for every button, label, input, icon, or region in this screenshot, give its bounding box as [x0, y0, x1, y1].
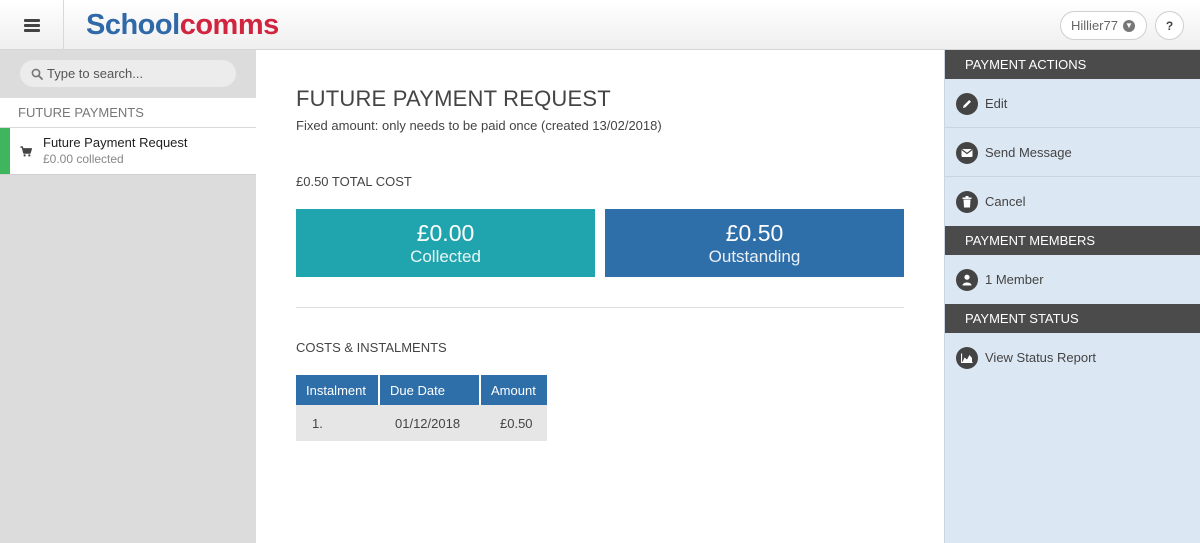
user-icon — [956, 269, 978, 291]
cancel-action[interactable]: Cancel — [945, 177, 1200, 226]
search-icon — [31, 68, 43, 80]
page-title: FUTURE PAYMENT REQUEST — [296, 86, 611, 111]
search-input[interactable] — [47, 66, 227, 81]
outstanding-amount: £0.50 — [725, 220, 784, 246]
sidebar-item-subtitle: £0.00 collected — [43, 152, 124, 166]
menu-toggle-button[interactable] — [0, 0, 64, 50]
cancel-action-label: Cancel — [985, 194, 1026, 209]
collected-amount: £0.00 — [416, 220, 475, 246]
pencil-icon — [956, 93, 978, 115]
sidebar-section-title: FUTURE PAYMENTS — [0, 98, 256, 128]
edit-action-label: Edit — [985, 96, 1008, 111]
send-message-action[interactable]: Send Message — [945, 128, 1200, 177]
collected-label: Collected — [410, 247, 481, 266]
members-action-label: 1 Member — [985, 272, 1044, 287]
column-header-amount: Amount — [480, 375, 547, 405]
trash-icon — [956, 191, 978, 213]
column-header-due-date: Due Date — [379, 375, 481, 405]
schoolcomms-logo[interactable]: Schoolcomms — [86, 8, 279, 42]
search-box[interactable] — [20, 60, 236, 87]
envelope-icon — [956, 142, 978, 164]
sidebar-item-title: Future Payment Request — [43, 135, 188, 150]
column-header-instalment: Instalment — [296, 375, 380, 405]
cart-icon — [20, 146, 32, 157]
payment-status-header: PAYMENT STATUS — [945, 304, 1200, 333]
user-name: Hillier77 — [1071, 18, 1118, 33]
section-divider — [296, 307, 904, 308]
view-status-report-label: View Status Report — [985, 350, 1097, 365]
edit-action[interactable]: Edit — [945, 79, 1200, 128]
user-menu-button[interactable]: Hillier77 ▼ — [1060, 11, 1147, 40]
sidebar-item-future-payment-request[interactable]: Future Payment Request £0.00 collected — [0, 128, 256, 175]
outstanding-tile: £0.50 Outstanding — [605, 209, 904, 277]
instalment-number-cell: 1. — [296, 405, 379, 441]
send-message-action-label: Send Message — [985, 145, 1072, 160]
view-status-report-action[interactable]: View Status Report — [945, 333, 1200, 382]
costs-instalments-title: COSTS & INSTALMENTS — [296, 340, 447, 355]
hamburger-icon — [23, 18, 40, 32]
instalments-table: Instalment Due Date Amount 1. 01/12/2018… — [296, 375, 547, 441]
total-cost-label: £0.50 TOTAL COST — [296, 174, 412, 189]
payment-members-header: PAYMENT MEMBERS — [945, 226, 1200, 255]
right-actions-panel: PAYMENT ACTIONS Edit Send Message Cancel… — [944, 50, 1200, 543]
left-sidebar: FUTURE PAYMENTS Future Payment Request £… — [0, 50, 256, 543]
table-row: 1. 01/12/2018 £0.50 — [296, 405, 547, 441]
amount-cell: £0.50 — [480, 405, 547, 441]
chevron-down-icon: ▼ — [1122, 19, 1135, 32]
top-header: Schoolcomms Hillier77 ▼ ? — [0, 0, 1200, 50]
payment-actions-header: PAYMENT ACTIONS — [945, 50, 1200, 79]
collected-tile: £0.00 Collected — [296, 209, 595, 277]
area-chart-icon — [956, 347, 978, 369]
due-date-cell: 01/12/2018 — [379, 405, 480, 441]
outstanding-label: Outstanding — [708, 247, 801, 266]
table-header-row: Instalment Due Date Amount — [296, 375, 547, 405]
page-subtitle: Fixed amount: only needs to be paid once… — [296, 118, 662, 133]
search-container — [0, 50, 256, 98]
active-indicator — [0, 128, 10, 174]
members-action[interactable]: 1 Member — [945, 255, 1200, 304]
main-content: FUTURE PAYMENT REQUEST Fixed amount: onl… — [256, 50, 944, 543]
help-button[interactable]: ? — [1155, 11, 1184, 40]
